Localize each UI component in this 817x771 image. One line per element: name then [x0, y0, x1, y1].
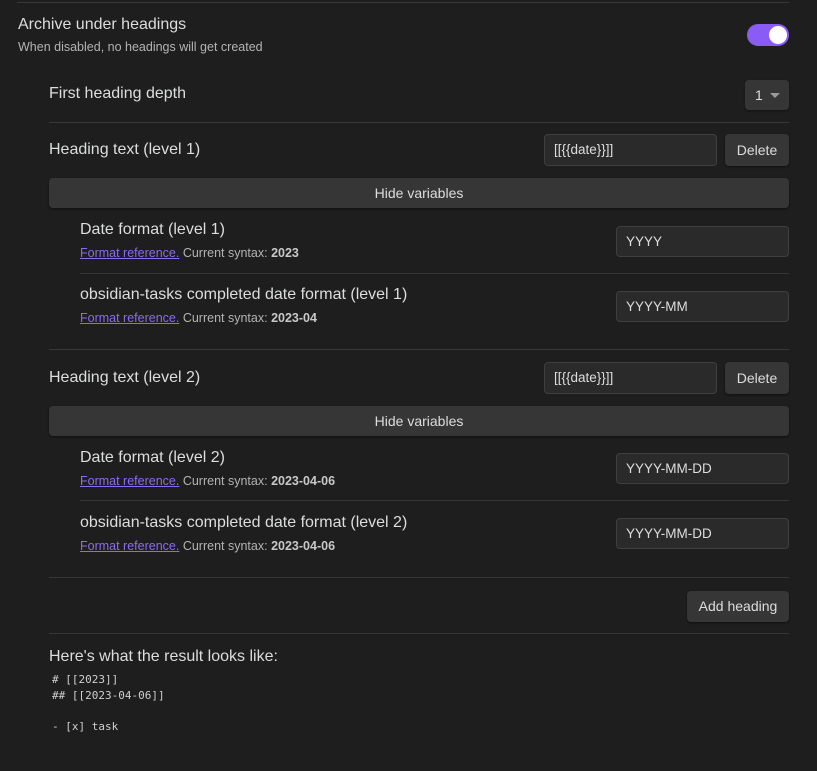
format-reference-link[interactable]: Format reference. — [80, 246, 179, 260]
heading-2-hide-variables-button[interactable]: Hide variables — [49, 406, 789, 436]
current-syntax: 2023-04 — [271, 311, 317, 325]
heading-1-label: Heading text (level 1) — [49, 141, 201, 158]
var-1-1-desc: Format reference. Current syntax: 2023 — [80, 246, 299, 260]
var-2-1-desc: Format reference. Current syntax: 2023-0… — [80, 474, 335, 488]
syntax-prefix: Current syntax: — [182, 474, 268, 488]
preview-code: # [[2023]] ## [[2023-04-06]] - [x] task — [52, 672, 165, 734]
preview-line — [52, 703, 165, 719]
format-reference-link[interactable]: Format reference. — [80, 539, 179, 553]
var-1-2-label: obsidian-tasks completed date format (le… — [80, 286, 408, 303]
var-2-2-label: obsidian-tasks completed date format (le… — [80, 514, 408, 531]
current-syntax: 2023-04-06 — [271, 474, 336, 488]
archive-description: When disabled, no headings will get crea… — [18, 40, 263, 54]
heading-2-delete-button[interactable]: Delete — [725, 362, 789, 394]
heading-1-delete-button[interactable]: Delete — [725, 134, 789, 166]
divider — [49, 633, 789, 634]
preview-line: - [x] task — [52, 719, 119, 733]
toggle-knob — [769, 26, 787, 44]
var-2-2-desc: Format reference. Current syntax: 2023-0… — [80, 539, 335, 553]
first-depth-value: 1 — [755, 87, 763, 103]
syntax-prefix: Current syntax: — [182, 311, 268, 325]
divider — [49, 577, 789, 578]
divider — [49, 349, 789, 350]
var-1-2-input[interactable]: YYYY-MM — [616, 291, 789, 322]
format-reference-link[interactable]: Format reference. — [80, 311, 179, 325]
add-heading-button[interactable]: Add heading — [687, 591, 789, 622]
var-2-1-label: Date format (level 2) — [80, 449, 225, 466]
var-1-2-desc: Format reference. Current syntax: 2023-0… — [80, 311, 317, 325]
preview-line: # [[2023]] — [52, 673, 119, 686]
first-depth-label: First heading depth — [49, 85, 186, 102]
heading-1-hide-variables-button[interactable]: Hide variables — [49, 178, 789, 208]
preview-title: Here's what the result looks like: — [49, 648, 278, 665]
top-divider — [17, 2, 789, 3]
first-depth-select[interactable]: 1 — [745, 80, 789, 110]
var-1-1-input[interactable]: YYYY — [616, 226, 789, 257]
syntax-prefix: Current syntax: — [182, 539, 268, 553]
current-syntax: 2023-04-06 — [271, 539, 336, 553]
var-1-1-label: Date format (level 1) — [80, 221, 225, 238]
heading-2-label: Heading text (level 2) — [49, 369, 201, 386]
heading-1-input[interactable]: [[{{date}}]] — [544, 134, 717, 166]
preview-line: ## [[2023-04-06]] — [52, 688, 165, 702]
syntax-prefix: Current syntax: — [182, 246, 268, 260]
var-2-2-input[interactable]: YYYY-MM-DD — [616, 518, 789, 549]
divider — [49, 122, 789, 123]
current-syntax: 2023 — [271, 246, 299, 260]
format-reference-link[interactable]: Format reference. — [80, 474, 179, 488]
var-2-1-input[interactable]: YYYY-MM-DD — [616, 453, 789, 484]
heading-2-input[interactable]: [[{{date}}]] — [544, 362, 717, 394]
divider — [80, 500, 789, 501]
archive-title: Archive under headings — [18, 16, 187, 33]
archive-toggle[interactable] — [747, 24, 789, 46]
divider — [80, 273, 789, 274]
chevron-down-icon — [770, 93, 780, 98]
